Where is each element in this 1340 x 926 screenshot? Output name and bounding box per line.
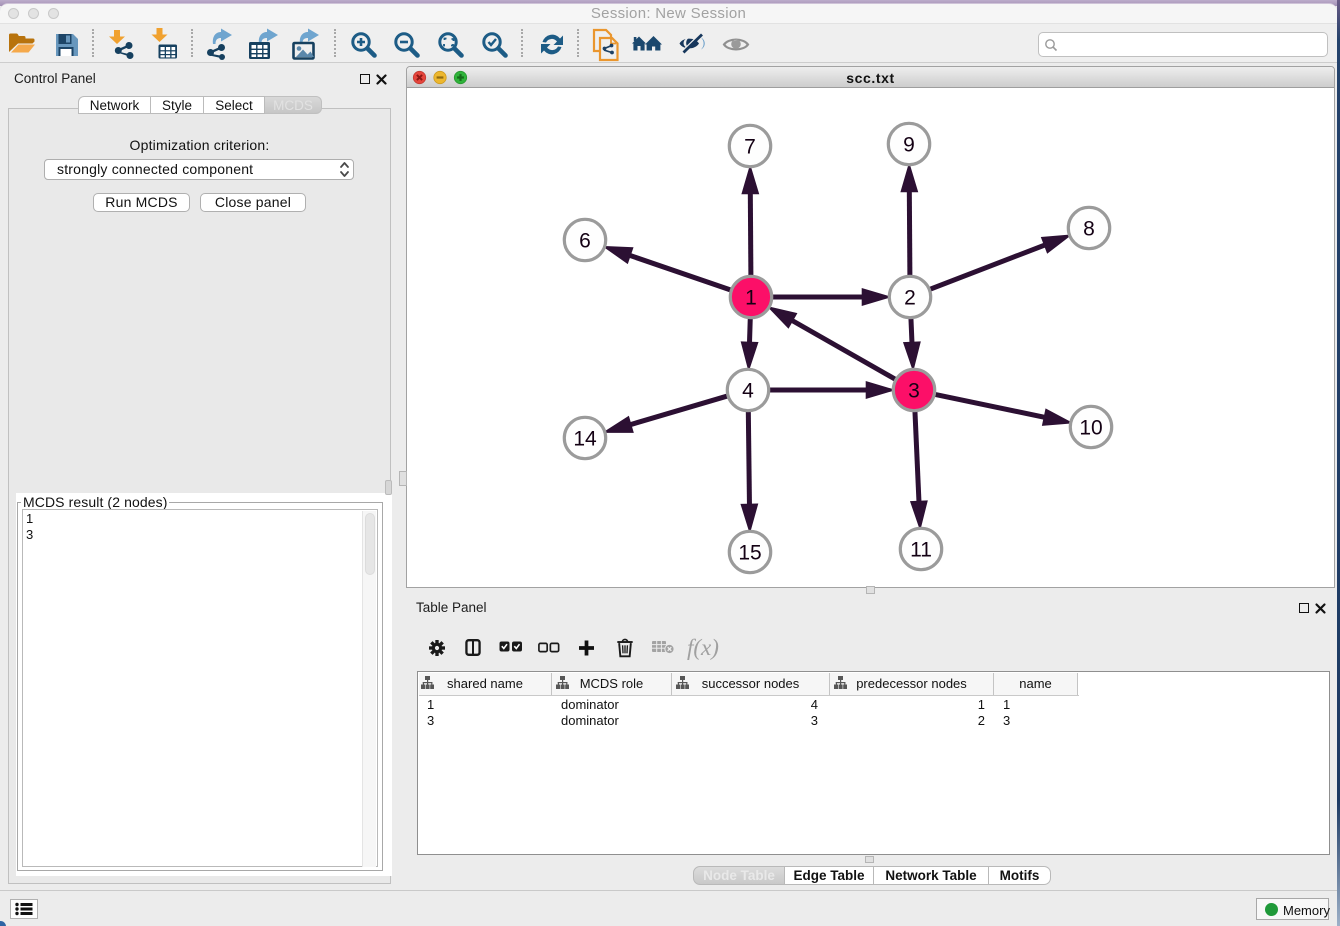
svg-text:14: 14 [573,428,597,451]
svg-text:7: 7 [744,136,756,159]
svg-text:6: 6 [579,230,591,253]
svg-text:3: 3 [908,380,920,403]
svg-text:10: 10 [1079,417,1102,440]
svg-text:4: 4 [742,380,754,403]
svg-text:8: 8 [1083,218,1095,241]
svg-text:15: 15 [738,542,761,565]
svg-text:9: 9 [903,134,915,157]
svg-text:1: 1 [745,287,757,310]
svg-text:2: 2 [904,287,916,310]
svg-text:11: 11 [910,539,932,562]
